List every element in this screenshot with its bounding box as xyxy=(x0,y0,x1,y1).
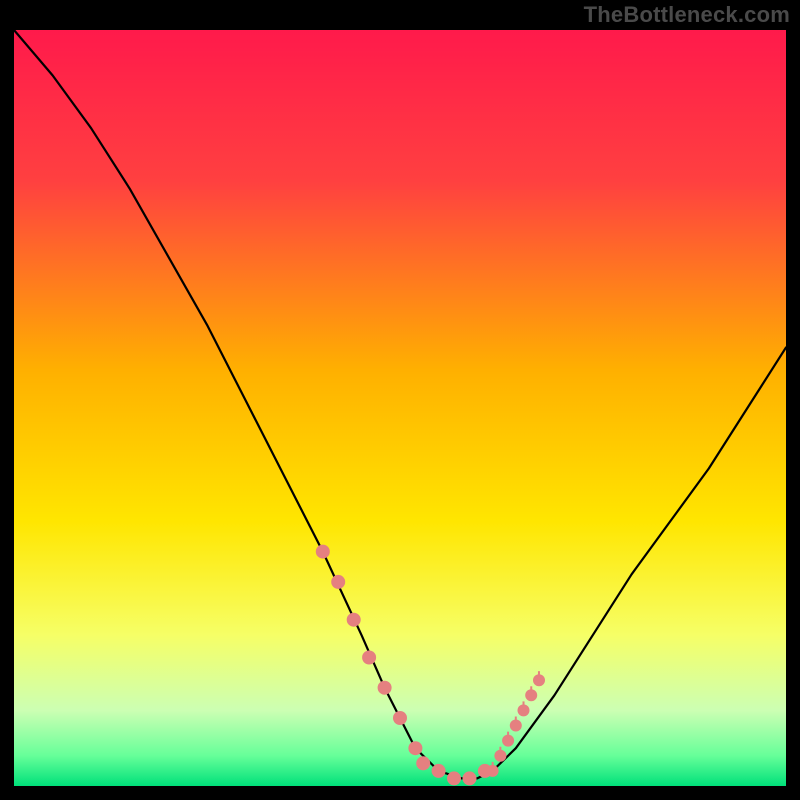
highlight-dot xyxy=(362,651,376,665)
gradient-background xyxy=(14,30,786,786)
highlight-dot xyxy=(316,545,330,559)
highlight-dot xyxy=(393,711,407,725)
chart-frame: TheBottleneck.com xyxy=(0,0,800,800)
highlight-dot xyxy=(331,575,345,589)
highlight-dot xyxy=(416,756,430,770)
chart-svg xyxy=(14,30,786,786)
highlight-dot xyxy=(463,771,477,785)
highlight-dot xyxy=(408,741,422,755)
highlight-dot xyxy=(447,771,461,785)
highlight-dot xyxy=(432,764,446,778)
watermark-text: TheBottleneck.com xyxy=(584,2,790,28)
highlight-dot xyxy=(378,681,392,695)
highlight-dot xyxy=(347,613,361,627)
plot-area xyxy=(14,30,786,786)
